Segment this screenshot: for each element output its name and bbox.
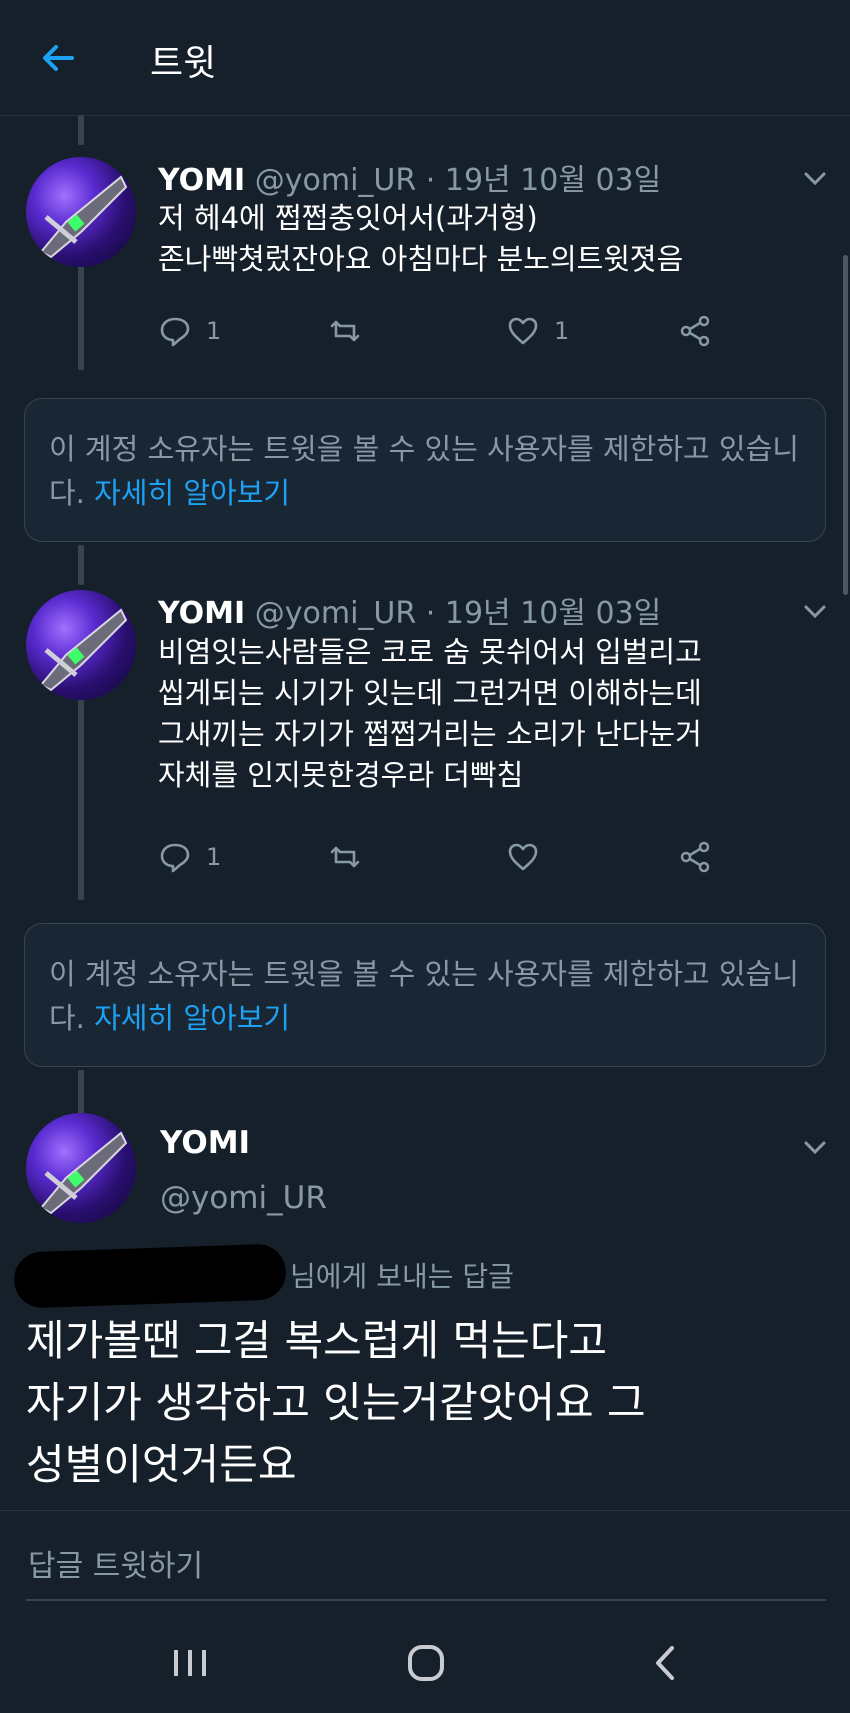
avatar[interactable] bbox=[26, 1113, 136, 1223]
tweet-text: 저 헤4에 쩝쩝충잇어서(과거형) 존나빡쳣렀잔아요 아침마다 분노의트윗졋음 bbox=[158, 201, 684, 276]
reply-button[interactable]: 1 bbox=[158, 311, 221, 351]
reply-button[interactable]: 1 bbox=[158, 837, 221, 877]
chevron-down-icon[interactable] bbox=[800, 596, 830, 626]
restricted-notice: 이 계정 소유자는 트윗을 볼 수 있는 사용자를 제한하고 있습니다. 자세히… bbox=[24, 398, 826, 542]
divider bbox=[26, 1599, 826, 1601]
tweet-text: 비염잇는사람들은 코로 숨 못쉬어서 입벌리고 씹게되는 시기가 잇는데 그런거… bbox=[158, 635, 702, 792]
thread-line bbox=[78, 545, 84, 585]
share-button[interactable] bbox=[678, 837, 712, 877]
author-handle: @yomi_UR bbox=[254, 596, 417, 631]
retweet-button[interactable] bbox=[328, 837, 362, 877]
page-title: 트윗 bbox=[150, 43, 217, 84]
focused-tweet-text: 제가볼땐 그걸 복스럽게 먹는다고 자기가 생각하고 잇는거같앗어요 그 성별이… bbox=[26, 1316, 646, 1489]
reply-icon bbox=[160, 317, 190, 347]
author-name: YOMI bbox=[158, 596, 246, 631]
author-handle: @yomi_UR bbox=[254, 163, 417, 198]
retweet-icon bbox=[330, 846, 360, 868]
like-count: 1 bbox=[554, 317, 570, 345]
reply-count: 1 bbox=[206, 317, 222, 345]
heart-icon bbox=[508, 317, 538, 345]
thread-line bbox=[78, 1070, 84, 1115]
learn-more-link[interactable]: 자세히 알아보기 bbox=[94, 476, 290, 510]
avatar[interactable] bbox=[26, 157, 136, 267]
tweet-meta: YOMI @yomi_UR · 19년 10월 03일 bbox=[158, 163, 662, 198]
share-icon bbox=[680, 841, 710, 873]
back-arrow-icon[interactable] bbox=[38, 38, 78, 78]
heart-icon bbox=[508, 843, 538, 871]
learn-more-link[interactable]: 자세히 알아보기 bbox=[94, 1001, 290, 1035]
like-button[interactable] bbox=[506, 837, 540, 877]
author-name: YOMI bbox=[160, 1125, 251, 1161]
tweet-date: 19년 10월 03일 bbox=[444, 596, 662, 631]
like-button[interactable]: 1 bbox=[506, 311, 569, 351]
tweet-date: 19년 10월 03일 bbox=[444, 163, 662, 198]
restricted-notice: 이 계정 소유자는 트윗을 볼 수 있는 사용자를 제한하고 있습니다. 자세히… bbox=[24, 923, 826, 1067]
share-icon bbox=[680, 315, 710, 347]
reply-count: 1 bbox=[206, 843, 222, 871]
redaction-mark bbox=[13, 1243, 287, 1309]
author-name: YOMI bbox=[158, 163, 246, 198]
retweet-button[interactable] bbox=[328, 311, 362, 351]
chevron-down-icon[interactable] bbox=[800, 1132, 830, 1162]
thread-line bbox=[78, 700, 84, 900]
scrollbar[interactable] bbox=[843, 255, 848, 595]
reply-compose-bar: 답글 트윗하기 bbox=[0, 1510, 850, 1611]
share-button[interactable] bbox=[678, 311, 712, 351]
tweet-actions: 1 bbox=[158, 837, 738, 877]
top-bar: 트윗 bbox=[0, 0, 850, 116]
author-handle: @yomi_UR bbox=[160, 1180, 327, 1216]
system-nav-bar bbox=[0, 1610, 850, 1713]
reply-icon bbox=[160, 843, 190, 873]
tweet-actions: 1 1 bbox=[158, 311, 738, 351]
home-icon[interactable] bbox=[396, 1638, 456, 1688]
chevron-down-icon[interactable] bbox=[800, 163, 830, 193]
retweet-icon bbox=[330, 320, 360, 342]
back-nav-icon[interactable] bbox=[636, 1638, 696, 1688]
thread-line bbox=[78, 258, 84, 370]
avatar[interactable] bbox=[26, 590, 136, 700]
reply-input[interactable]: 답글 트윗하기 bbox=[28, 1541, 203, 1585]
tweet-meta: YOMI @yomi_UR · 19년 10월 03일 bbox=[158, 596, 662, 631]
recent-apps-icon[interactable] bbox=[160, 1638, 220, 1688]
thread-line bbox=[78, 115, 84, 145]
